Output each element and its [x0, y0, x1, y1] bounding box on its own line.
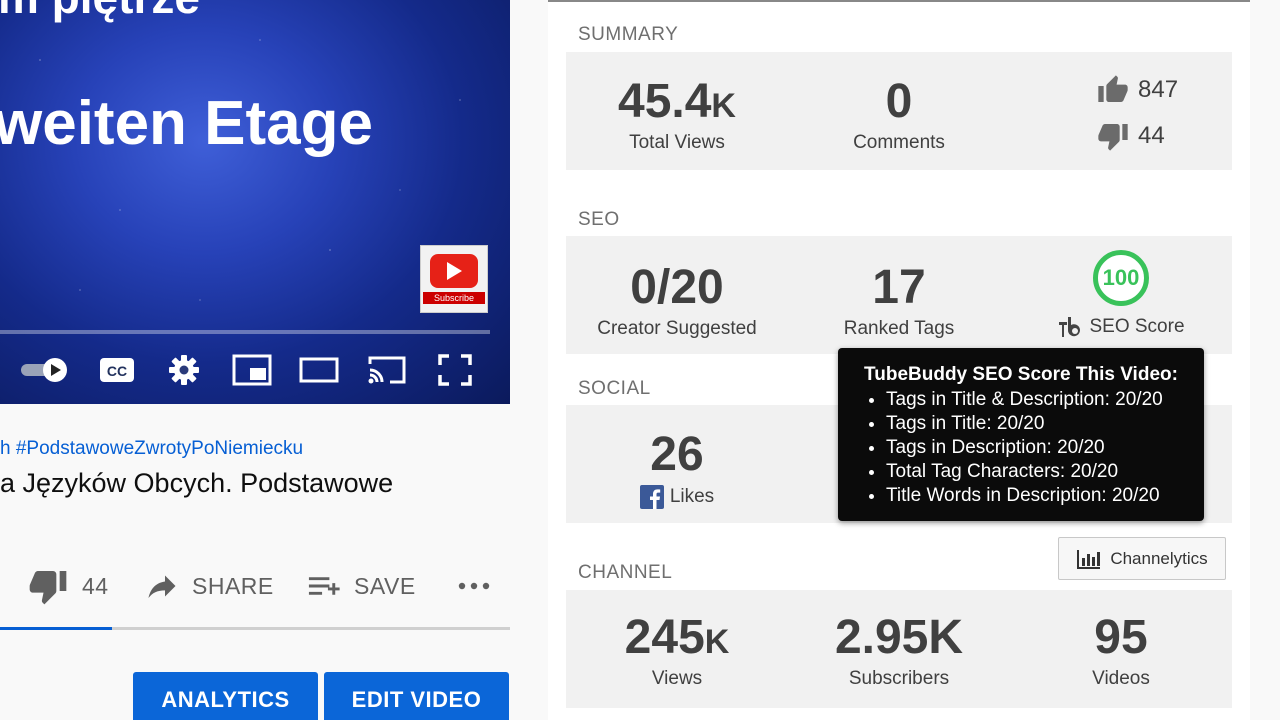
dislikes-count: 44 — [1138, 122, 1165, 149]
channelytics-label: Channelytics — [1110, 548, 1208, 568]
save-label: SAVE — [354, 572, 416, 599]
theater-mode-icon[interactable] — [296, 345, 342, 395]
video-actions-bar: 44 SHARE SAVE — [0, 560, 510, 612]
facebook-likes-value: 26 — [650, 428, 704, 481]
ranked-tags-value: 17 — [872, 261, 926, 314]
total-views-value: 45.4 — [618, 75, 712, 128]
videos-label: Videos — [1092, 668, 1150, 689]
ranked-tags-metric: 17 Ranked Tags — [788, 236, 1010, 354]
cast-icon[interactable] — [364, 345, 410, 395]
total-views-metric: 45.4K Total Views — [566, 52, 788, 170]
tooltip-item: Tags in Description: 20/20 — [886, 436, 1188, 460]
ranked-tags-label: Ranked Tags — [843, 318, 955, 339]
tooltip-list: Tags in Title & Description: 20/20 Tags … — [854, 388, 1188, 508]
channel-views-label: Views — [651, 668, 703, 689]
like-dislike-ratio-bar — [0, 627, 510, 630]
dislikes-row: 44 — [1096, 120, 1165, 152]
save-button[interactable]: SAVE — [306, 560, 416, 612]
video-player[interactable]: m piętrze weiten Etage Subscribe CC — [0, 0, 510, 404]
channel-box: 245K Views 2.95K Subscribers 95 Videos — [566, 590, 1232, 708]
total-views-suffix: K — [711, 87, 736, 125]
fullscreen-icon[interactable] — [434, 345, 476, 395]
facebook-likes-label-row: Likes — [566, 485, 788, 509]
tubebuddy-logo-icon — [1059, 317, 1081, 337]
miniplayer-icon[interactable] — [230, 345, 274, 395]
summary-section-title: SUMMARY — [578, 24, 679, 45]
video-background — [0, 0, 510, 404]
videos-metric: 95 Videos — [1010, 590, 1232, 708]
seo-score-ring: 100 — [1093, 250, 1149, 306]
summary-box: 45.4K Total Views 0 Comments 847 44 — [566, 52, 1232, 170]
tooltip-item: Tags in Title: 20/20 — [886, 412, 1188, 436]
share-button[interactable]: SHARE — [144, 560, 274, 612]
subscribers-metric: 2.95K Subscribers — [788, 590, 1010, 708]
thumbs-down-icon — [29, 571, 67, 605]
facebook-likes-metric: 26 Likes — [566, 405, 788, 523]
subscribers-value: 2.95K — [834, 611, 964, 664]
settings-gear-icon[interactable] — [164, 345, 204, 395]
like-ratio-fill — [0, 627, 113, 630]
channel-views-suffix: K — [704, 623, 730, 661]
social-section-title: SOCIAL — [578, 378, 651, 399]
analytics-button[interactable]: ANALYTICS — [133, 672, 318, 720]
facebook-icon — [639, 485, 664, 509]
comments-label: Comments — [853, 132, 945, 153]
tooltip-item: Title Words in Description: 20/20 — [886, 484, 1188, 508]
captions-icon[interactable]: CC — [96, 345, 138, 395]
thumbs-up-icon — [1098, 75, 1128, 102]
bar-chart-icon — [1077, 549, 1101, 569]
channel-views-metric: 245K Views — [566, 590, 788, 708]
edit-video-button[interactable]: EDIT VIDEO — [324, 672, 509, 720]
player-controls: CC — [0, 345, 510, 395]
share-label: SHARE — [192, 572, 274, 599]
svg-text:CC: CC — [107, 363, 127, 379]
likes-row: 847 — [1096, 74, 1178, 106]
thumbs-down-icon — [1098, 124, 1128, 151]
creator-suggested-value: 0/20 — [630, 261, 724, 314]
channel-views-value: 245 — [624, 611, 705, 664]
seo-score-tooltip: TubeBuddy SEO Score This Video: Tags in … — [838, 348, 1204, 521]
seo-section-title: SEO — [578, 209, 620, 230]
dislike-button[interactable]: 44 — [28, 560, 109, 612]
videos-value: 95 — [1094, 611, 1148, 664]
tooltip-item: Tags in Title & Description: 20/20 — [886, 388, 1188, 412]
facebook-likes-label: Likes — [669, 486, 715, 507]
subscribers-label: Subscribers — [848, 668, 950, 689]
total-views-label: Total Views — [629, 132, 725, 153]
creator-suggested-label: Creator Suggested — [597, 318, 757, 339]
video-overlay-text-main: weiten Etage — [0, 89, 373, 158]
video-progress-bar[interactable] — [0, 330, 490, 334]
seo-score-label: SEO Score — [1089, 316, 1185, 337]
share-arrow-icon — [148, 575, 176, 598]
tooltip-title: TubeBuddy SEO Score This Video: — [864, 364, 1178, 385]
video-title: a Języków Obcych. Podstawowe — [0, 468, 394, 498]
youtube-logo-icon — [430, 254, 478, 288]
playlist-add-icon — [308, 577, 340, 595]
tooltip-item: Total Tag Characters: 20/20 — [886, 460, 1188, 484]
more-dots-icon — [458, 582, 490, 590]
channelytics-button[interactable]: Channelytics — [1058, 537, 1226, 580]
comments-value: 0 — [885, 75, 913, 128]
video-hashtags[interactable]: h #PodstawoweZwrotyPoNiemiecku — [0, 438, 303, 460]
video-overlay-text-top: m piętrze — [0, 0, 200, 24]
dislike-count: 44 — [82, 572, 109, 599]
comments-metric: 0 Comments — [788, 52, 1010, 170]
autoplay-toggle[interactable] — [18, 345, 70, 395]
seo-box: 0/20 Creator Suggested 17 Ranked Tags 10… — [566, 236, 1232, 354]
seo-score-metric[interactable]: 100 SEO Score — [1010, 236, 1232, 354]
creator-suggested-metric: 0/20 Creator Suggested — [566, 236, 788, 354]
channel-section-title: CHANNEL — [578, 562, 673, 583]
subscribe-watermark[interactable]: Subscribe — [420, 245, 488, 313]
likes-count: 847 — [1138, 76, 1179, 103]
seo-score-label-row: SEO Score — [1010, 316, 1232, 338]
more-actions-button[interactable] — [456, 560, 492, 612]
subscribe-watermark-label: Subscribe — [423, 292, 485, 304]
